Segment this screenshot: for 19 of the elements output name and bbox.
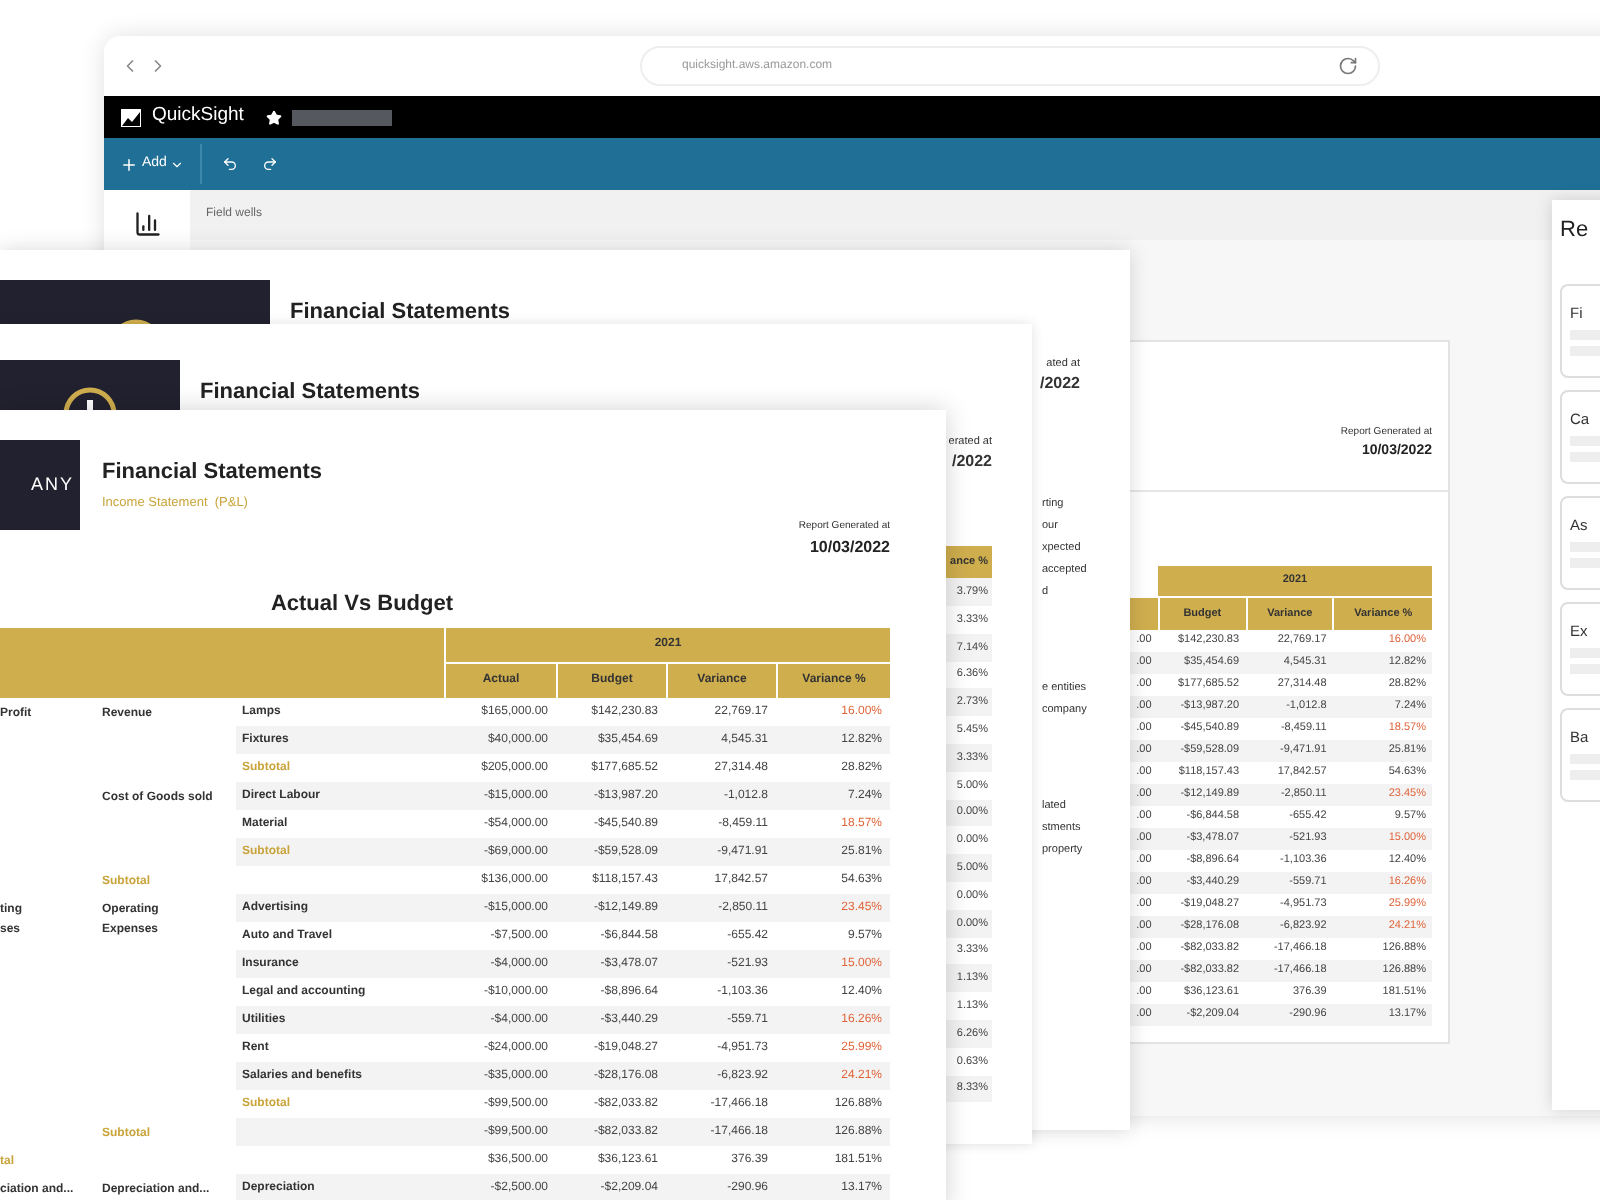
report-title: Financial Statements: [200, 378, 421, 408]
report-title: Financial Statements: [290, 298, 511, 328]
report-date: /2022: [949, 450, 992, 475]
redo-icon[interactable]: [262, 156, 279, 172]
report-title: Financial Statements: [102, 458, 323, 488]
company-logo: ANY: [0, 440, 80, 530]
reload-icon[interactable]: [1338, 56, 1358, 76]
report-date: 10/03/2022: [809, 535, 890, 559]
panel-title: Re: [1560, 216, 1591, 246]
caret-icon: [170, 157, 185, 171]
app-name: QuickSight: [152, 102, 244, 131]
table-heading: Actual Vs Budget: [270, 589, 454, 619]
visual-icon[interactable]: [133, 210, 161, 238]
report-date: /2022: [1037, 372, 1082, 397]
redacted-bar: [291, 109, 392, 125]
star-icon[interactable]: [265, 109, 282, 125]
plus-icon: [120, 155, 138, 173]
chart-logo-icon: [120, 107, 142, 127]
undo-icon[interactable]: [222, 156, 239, 172]
